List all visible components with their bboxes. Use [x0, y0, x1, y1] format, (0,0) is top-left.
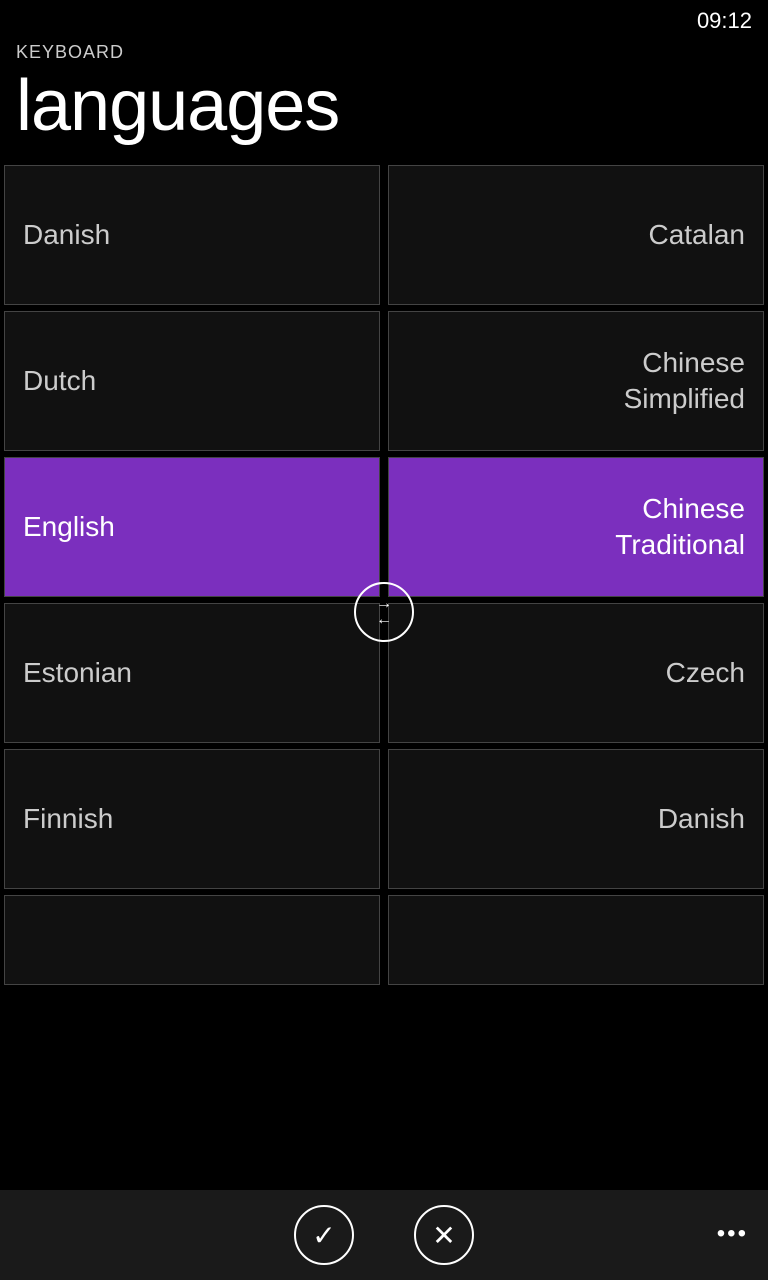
swap-arrows-icon: → ← — [376, 596, 392, 628]
lang-item-chinese-simplified-right[interactable]: ChineseSimplified — [388, 311, 764, 451]
close-icon: ✕ — [432, 1219, 455, 1252]
status-time: 09:12 — [697, 8, 752, 34]
lang-label: Danish — [658, 803, 745, 835]
lang-item-chinese-traditional-right[interactable]: ChineseTraditional — [388, 457, 764, 597]
header-subtitle: KEYBOARD — [16, 42, 752, 63]
lang-label: ChineseTraditional — [615, 491, 745, 564]
lang-item-danish-left[interactable]: Danish — [4, 165, 380, 305]
lang-item-czech-right[interactable]: Czech — [388, 603, 764, 743]
lang-item-catalan-right[interactable]: Catalan — [388, 165, 764, 305]
lang-item-dutch-left[interactable]: Dutch — [4, 311, 380, 451]
lang-item-english-left[interactable]: English — [4, 457, 380, 597]
lang-item-partial-left[interactable] — [4, 895, 380, 985]
more-button[interactable]: ••• — [717, 1220, 748, 1248]
lang-item-finnish-left[interactable]: Finnish — [4, 749, 380, 889]
lang-label: Finnish — [23, 803, 113, 835]
lang-label: Estonian — [23, 657, 132, 689]
lang-label: English — [23, 511, 115, 543]
lang-item-estonian-left[interactable]: Estonian — [4, 603, 380, 743]
checkmark-icon: ✓ — [312, 1219, 335, 1252]
more-dots-icon: ••• — [717, 1220, 748, 1247]
lang-item-partial-right[interactable] — [388, 895, 764, 985]
lang-item-danish-right[interactable]: Danish — [388, 749, 764, 889]
lang-label: ChineseSimplified — [624, 345, 745, 418]
right-column: Catalan ChineseSimplified ChineseTraditi… — [384, 162, 768, 1062]
lang-label: Czech — [666, 657, 745, 689]
lang-label: Dutch — [23, 365, 96, 397]
lang-label: Catalan — [648, 219, 745, 251]
cancel-button[interactable]: ✕ — [414, 1205, 474, 1265]
swap-button[interactable]: → ← — [354, 582, 414, 642]
status-bar: 09:12 — [0, 0, 768, 42]
header-title: languages — [16, 67, 752, 146]
left-column: Danish Dutch English Estonian Finnish — [0, 162, 384, 1062]
confirm-button[interactable]: ✓ — [294, 1205, 354, 1265]
bottom-bar: ✓ ✕ ••• — [0, 1190, 768, 1280]
swap-button-container: → ← — [354, 582, 414, 642]
header: KEYBOARD languages — [0, 42, 768, 162]
lang-label: Danish — [23, 219, 110, 251]
languages-container: Danish Dutch English Estonian Finnish Ca… — [0, 162, 768, 1062]
